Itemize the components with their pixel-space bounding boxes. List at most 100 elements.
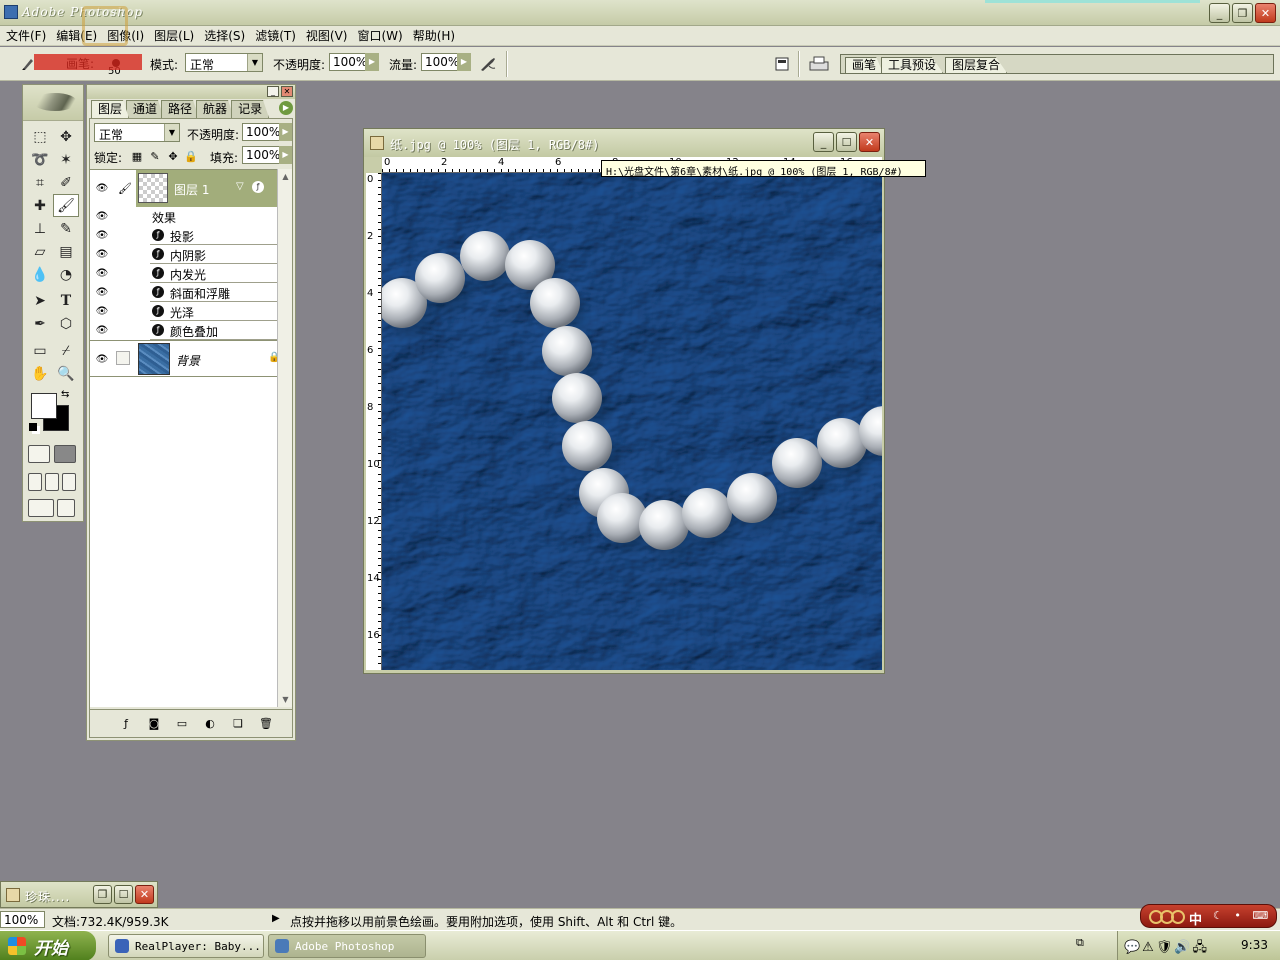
new-adjustment-layer-icon[interactable]: ◐: [202, 716, 218, 730]
tab-history[interactable]: 记录: [231, 100, 270, 118]
start-button[interactable]: 开始: [0, 931, 96, 960]
type-tool-icon[interactable]: T: [53, 289, 79, 312]
menu-select[interactable]: 选择(S): [202, 27, 253, 44]
layers-scrollbar[interactable]: ▲ ▼: [277, 169, 292, 707]
standard-mode-icon[interactable]: [28, 445, 50, 463]
tab-paths[interactable]: 路径: [161, 100, 200, 118]
slider-arrow-icon[interactable]: ▶: [279, 123, 292, 141]
layer-blend-mode-dropdown[interactable]: 正常 ▼: [94, 123, 180, 142]
link-slot[interactable]: [116, 351, 130, 365]
tab-layers[interactable]: 图层: [91, 100, 130, 118]
zoom-input[interactable]: 100%: [0, 911, 45, 928]
tab-navigator[interactable]: 航器: [196, 100, 235, 118]
mode-dropdown[interactable]: 正常 ▼: [185, 53, 263, 72]
taskbar-item-photoshop[interactable]: Adobe Photoshop: [268, 934, 426, 958]
eye-icon[interactable]: 👁: [90, 283, 114, 302]
eye-icon[interactable]: 👁: [90, 245, 114, 264]
shape-tool-icon[interactable]: ⬡: [53, 312, 79, 335]
menu-layer[interactable]: 图层(L): [152, 27, 202, 44]
menu-edit[interactable]: 编辑(E): [54, 27, 105, 44]
doc-maximize-button[interactable]: ☐: [836, 132, 857, 152]
eye-icon[interactable]: 👁: [90, 226, 114, 245]
menu-view[interactable]: 视图(V): [304, 27, 356, 44]
crop-tool-icon[interactable]: ⌗: [27, 171, 53, 194]
taskbar-item-realplayer[interactable]: RealPlayer: Baby...: [108, 934, 264, 958]
printer-icon[interactable]: [807, 54, 831, 74]
slider-arrow-icon[interactable]: ▶: [365, 53, 379, 71]
app-close-button[interactable]: ✕: [1255, 3, 1276, 23]
jump-to-imageready-icon[interactable]: [28, 499, 54, 517]
flow-input[interactable]: 100% ▶: [421, 53, 471, 71]
menu-window[interactable]: 窗口(W): [355, 27, 410, 44]
fill-input[interactable]: 100% ▶: [242, 146, 292, 164]
layer-opacity-input[interactable]: 100% ▶: [242, 123, 292, 141]
scroll-up-icon[interactable]: ▲: [278, 169, 293, 184]
eye-icon[interactable]: 👁: [90, 170, 114, 207]
airbrush-icon[interactable]: [478, 54, 498, 74]
default-colors-icon[interactable]: [29, 423, 37, 431]
restore-button[interactable]: ❐: [93, 885, 112, 904]
add-layer-style-icon[interactable]: ƒ: [118, 716, 134, 730]
well-tab-brushes[interactable]: 画笔: [845, 57, 884, 73]
magic-wand-tool-icon[interactable]: ✶: [53, 148, 79, 171]
effect-row-inner-glow[interactable]: 👁 ƒ 内发光: [90, 264, 281, 283]
palette-menu-arrow-icon[interactable]: ▶: [279, 101, 293, 115]
minimized-document-window[interactable]: 珍珠.... ❐ ☐ ✕: [0, 881, 158, 908]
effect-row-color-overlay[interactable]: 👁 ƒ 颜色叠加: [90, 321, 281, 340]
brush-link-icon[interactable]: 🖌: [114, 170, 136, 207]
lock-image-icon[interactable]: ✎: [148, 149, 162, 163]
maximize-button[interactable]: ☐: [114, 885, 133, 904]
language-bar-restore-icon[interactable]: ⧉: [1076, 936, 1084, 950]
quick-mask-mode-icon[interactable]: [54, 445, 76, 463]
doc-close-button[interactable]: ✕: [859, 132, 880, 152]
effect-row-bevel-emboss[interactable]: 👁 ƒ 斜面和浮雕: [90, 283, 281, 302]
lock-all-icon[interactable]: 🔒: [184, 149, 198, 163]
opacity-input[interactable]: 100% ▶: [329, 53, 379, 71]
effects-group-row[interactable]: 👁 效果: [90, 207, 281, 226]
notes-tool-icon[interactable]: ▭: [27, 339, 53, 362]
expand-effects-triangle-icon[interactable]: ▽: [236, 181, 244, 192]
well-tab-layer-comps[interactable]: 图层复合: [945, 57, 1008, 73]
file-browser-icon[interactable]: [772, 54, 792, 74]
tab-channels[interactable]: 通道: [126, 100, 165, 118]
edit-in-imageready-icon[interactable]: [57, 499, 75, 517]
move-tool-icon[interactable]: ✥: [53, 125, 79, 148]
palette-close-button[interactable]: ✕: [281, 86, 293, 97]
tray-icons[interactable]: 💬⚠🛡🔊🖧: [1124, 938, 1209, 960]
ime-option-icons[interactable]: ☾ • ⌨: [1213, 909, 1272, 922]
eye-icon[interactable]: 👁: [90, 207, 114, 226]
vertical-ruler[interactable]: 0 2 4 6 8 10 12 14 16: [366, 173, 382, 670]
status-menu-arrow-icon[interactable]: ▶: [272, 913, 280, 924]
pen-tool-icon[interactable]: ✒: [27, 312, 53, 335]
doc-minimize-button[interactable]: _: [813, 132, 834, 152]
marquee-tool-icon[interactable]: ⬚: [27, 125, 53, 148]
healing-brush-tool-icon[interactable]: ✚: [27, 194, 53, 217]
document-size[interactable]: 文档:732.4K/959.3K: [52, 913, 169, 930]
screen-mode-standard-icon[interactable]: [28, 473, 42, 491]
screen-mode-full-menu-icon[interactable]: [45, 473, 59, 491]
eraser-tool-icon[interactable]: ▱: [27, 240, 53, 263]
brush-tool-preset-icon[interactable]: [18, 54, 38, 74]
ime-language[interactable]: 中: [1189, 909, 1202, 928]
lock-position-icon[interactable]: ✥: [166, 149, 180, 163]
eye-icon[interactable]: 👁: [90, 302, 114, 321]
foreground-color-swatch[interactable]: [31, 393, 57, 419]
screen-mode-full-icon[interactable]: [62, 473, 76, 491]
hand-tool-icon[interactable]: ✋: [27, 362, 53, 385]
gradient-tool-icon[interactable]: ▤: [53, 240, 79, 263]
menu-help[interactable]: 帮助(H): [411, 27, 463, 44]
document-canvas[interactable]: [382, 173, 882, 670]
ime-toolbar[interactable]: 中 ☾ • ⌨: [1140, 904, 1277, 928]
clone-stamp-tool-icon[interactable]: ⊥: [27, 217, 53, 240]
document-title-bar[interactable]: 纸.jpg @ 100% (图层 1, RGB/8#) _ ☐ ✕: [364, 129, 884, 157]
eyedropper-tool-icon[interactable]: ⌿: [53, 339, 79, 362]
menu-image[interactable]: 图像(I): [105, 27, 152, 44]
zoom-tool-icon[interactable]: 🔍: [53, 362, 79, 385]
menu-file[interactable]: 文件(F): [4, 27, 54, 44]
brush-tool-icon[interactable]: 🖌: [53, 194, 79, 217]
lock-transparency-icon[interactable]: ▦: [130, 149, 144, 163]
lasso-tool-icon[interactable]: ➰: [27, 148, 53, 171]
layer-row-background[interactable]: 👁 背景 🔒: [90, 340, 281, 377]
brush-size-picker[interactable]: 50: [106, 59, 126, 79]
eye-icon[interactable]: 👁: [90, 341, 114, 378]
